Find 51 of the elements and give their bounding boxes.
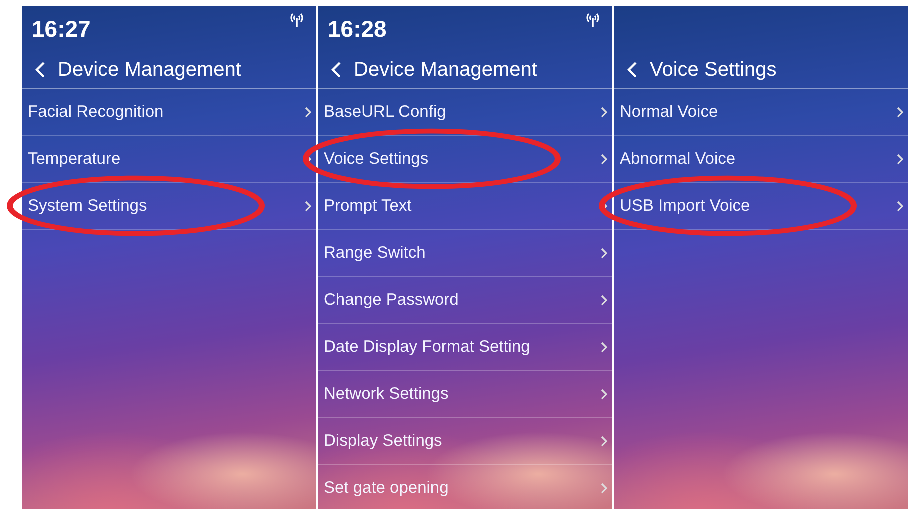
- menu-item[interactable]: Set gate opening: [318, 465, 612, 509]
- chevron-icon: [897, 106, 904, 118]
- back-icon[interactable]: [330, 61, 342, 79]
- menu-item-label: Network Settings: [324, 384, 449, 404]
- menu-item-label: Normal Voice: [620, 102, 718, 122]
- chevron-icon: [601, 436, 608, 446]
- clock-time: 16:27: [32, 16, 91, 42]
- chevron-icon: [897, 154, 904, 164]
- menu-item-label: System Settings: [28, 196, 148, 216]
- menu-item[interactable]: Range Switch: [318, 230, 612, 277]
- menu-item[interactable]: Change Password: [318, 277, 612, 324]
- menu-item[interactable]: Date Display Format Setting: [318, 324, 612, 371]
- menu-item-label: Abnormal Voice: [620, 150, 736, 168]
- menu-item[interactable]: Display Settings: [318, 418, 612, 465]
- menu-item-label: Voice Settings: [324, 150, 429, 168]
- menu-item[interactable]: USB Import Voice: [614, 183, 908, 230]
- menu-item[interactable]: Network Settings: [318, 371, 612, 418]
- back-icon[interactable]: [626, 61, 638, 79]
- menu-item[interactable]: BaseURL Config: [318, 89, 612, 136]
- menu-item[interactable]: Voice Settings: [318, 136, 612, 183]
- menu-item[interactable]: System Settings: [22, 183, 316, 230]
- menu-item[interactable]: Prompt Text: [318, 183, 612, 230]
- menu-item-label: Range Switch: [324, 244, 426, 262]
- back-icon[interactable]: [34, 61, 46, 79]
- menu-item[interactable]: Abnormal Voice: [614, 136, 908, 183]
- screen-title: Device Management: [354, 58, 538, 82]
- chevron-icon: [601, 388, 608, 400]
- chevron-icon: [601, 106, 608, 118]
- chevron-icon: [305, 200, 312, 212]
- menu-item-label: Change Password: [324, 290, 459, 310]
- menu-item-label: Display Settings: [324, 432, 442, 450]
- menu-item-label: BaseURL Config: [324, 102, 446, 122]
- screen-title: Voice Settings: [650, 58, 777, 82]
- menu-item[interactable]: Normal Voice: [614, 89, 908, 136]
- chevron-icon: [305, 106, 312, 118]
- menu-item[interactable]: Facial Recognition: [22, 89, 316, 136]
- menu-item-label: Set gate opening: [324, 478, 449, 498]
- chevron-icon: [601, 294, 608, 306]
- chevron-icon: [601, 342, 608, 352]
- menu-item[interactable]: Temperature: [22, 136, 316, 183]
- screen-title: Device Management: [58, 58, 242, 82]
- menu-item-label: Facial Recognition: [28, 102, 164, 122]
- chevron-icon: [601, 154, 608, 164]
- chevron-icon: [601, 248, 608, 258]
- menu-item-label: Temperature: [28, 150, 121, 168]
- chevron-icon: [601, 482, 608, 494]
- menu-item-label: Prompt Text: [324, 196, 412, 216]
- menu-item-label: USB Import Voice: [620, 196, 750, 216]
- menu-item-label: Date Display Format Setting: [324, 338, 530, 356]
- chevron-icon: [897, 200, 904, 212]
- clock-time: 16:28: [328, 16, 387, 42]
